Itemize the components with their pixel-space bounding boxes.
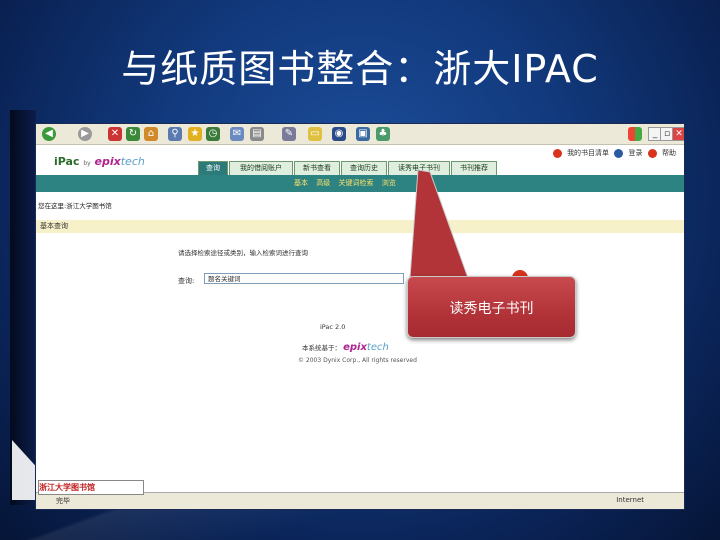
top-links: 我的书目清单 登录 帮助 [550, 148, 676, 158]
tab-new-books[interactable]: 新书查看 [294, 161, 340, 176]
favorites-icon[interactable]: ★ [188, 127, 202, 141]
footer-powered-label: 本系统基于： [302, 344, 341, 352]
logo-ipac: iPac [54, 155, 80, 168]
my-list-icon [552, 148, 562, 158]
status-text: 完毕 [56, 497, 70, 505]
footer-logo-tech: tech [366, 342, 389, 353]
subnav-browse[interactable]: 浏览 [382, 179, 396, 187]
history-icon[interactable]: ◷ [206, 127, 220, 141]
messenger-icon[interactable]: ◉ [332, 127, 346, 141]
discuss-icon[interactable]: ▣ [356, 127, 370, 141]
section-title: 基本查询 [36, 220, 684, 233]
folder-icon[interactable]: ▭ [308, 127, 322, 141]
zju-library-banner: 浙江大学图书馆 [38, 480, 144, 495]
tab-recommend[interactable]: 书刊推荐 [451, 161, 497, 176]
back-icon[interactable]: ◀ [42, 127, 56, 141]
callout-box: 读秀电子书刊 [407, 276, 576, 338]
print-icon[interactable]: ▤ [250, 127, 264, 141]
breadcrumb: 您在这里:浙江大学图书馆 [38, 202, 112, 210]
subnav-basic[interactable]: 基本 [294, 179, 308, 187]
help-link[interactable]: 帮助 [662, 149, 676, 157]
sub-navigation: 基本 高级 关键词检索 浏览 [36, 175, 684, 192]
logo-epix: epix [94, 155, 121, 168]
callout-text: 读秀电子书刊 [449, 301, 534, 317]
search-icon[interactable]: ⚲ [168, 127, 182, 141]
help-icon [647, 148, 657, 158]
tab-search[interactable]: 查询 [198, 161, 228, 176]
intro-text: 请选择检索途径或类别，输入检索词进行查询 [178, 249, 308, 257]
subnav-keyword[interactable]: 关键词检索 [338, 179, 373, 187]
edit-icon[interactable]: ✎ [282, 127, 296, 141]
windows-flag-icon [628, 127, 642, 141]
browser-toolbar: ◀ ▶ ✕ ↻ ⌂ ⚲ ★ ◷ ✉ ▤ ✎ ▭ ◉ ▣ ♣ _ ▫ ✕ [36, 124, 684, 145]
forward-icon[interactable]: ▶ [78, 127, 92, 141]
logo-by: by [83, 160, 91, 167]
mail-icon[interactable]: ✉ [230, 127, 244, 141]
my-list-link[interactable]: 我的书目清单 [567, 149, 609, 157]
tab-my-account[interactable]: 我的借阅账户 [229, 161, 293, 176]
subnav-items: 基本 高级 关键词检索 浏览 [294, 178, 402, 188]
subnav-advanced[interactable]: 高级 [316, 179, 330, 187]
tab-search-history[interactable]: 查询历史 [341, 161, 387, 176]
slide-title: 与纸质图书整合：浙大IPAC [121, 47, 599, 91]
close-button[interactable]: ✕ [672, 127, 684, 141]
refresh-icon[interactable]: ↻ [126, 127, 140, 141]
stop-icon[interactable]: ✕ [108, 127, 122, 141]
banner-text: 浙江大学图书馆 [39, 483, 95, 492]
browser-window: ◀ ▶ ✕ ↻ ⌂ ⚲ ★ ◷ ✉ ▤ ✎ ▭ ◉ ▣ ♣ _ ▫ ✕ iPac… [36, 124, 684, 509]
logo-tech: tech [120, 155, 145, 168]
home-icon[interactable]: ⌂ [144, 127, 158, 141]
tab-duxiu-ebooks[interactable]: 读秀电子书刊 [388, 161, 450, 176]
research-icon[interactable]: ♣ [376, 127, 390, 141]
login-link[interactable]: 登录 [629, 149, 643, 157]
footer-logo-epix: epix [343, 342, 367, 353]
login-icon [614, 148, 624, 158]
query-select[interactable]: 题名关键词 [204, 273, 404, 284]
footer-copyright: © 2003 Dynix Corp., All rights reserved [298, 357, 417, 364]
footer-powered: 本系统基于： epixtech [302, 342, 389, 353]
ipac-logo[interactable]: iPac by epixtech [54, 155, 145, 168]
footer-version: iPac 2.0 [320, 323, 346, 331]
query-label: 查询: [178, 277, 195, 285]
status-zone: Internet [616, 496, 644, 504]
